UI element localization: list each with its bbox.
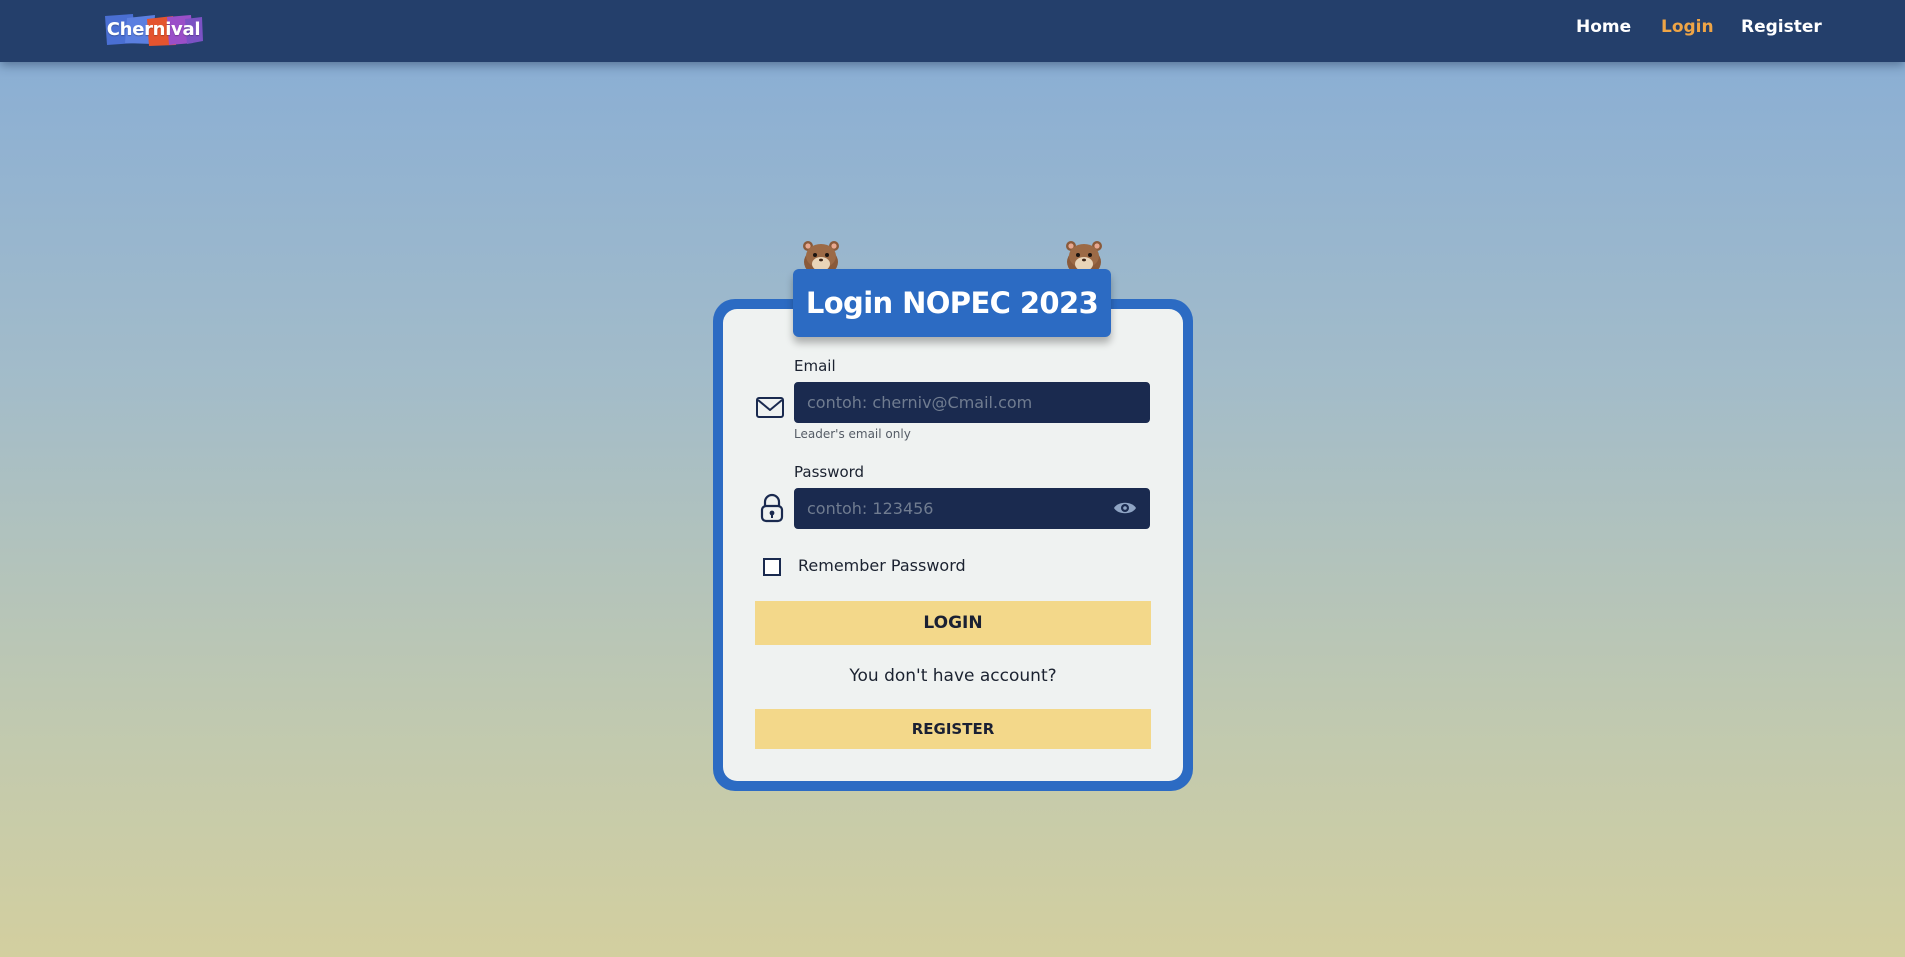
register-button[interactable]: REGISTER	[755, 709, 1151, 749]
remember-password-checkbox[interactable]	[763, 558, 781, 576]
lock-icon	[760, 493, 784, 523]
login-title: Login NOPEC 2023	[793, 269, 1111, 337]
nav-register-link[interactable]: Register	[1741, 17, 1822, 37]
no-account-text: You don't have account?	[849, 666, 1057, 686]
password-input[interactable]	[794, 488, 1150, 529]
email-helper-text: Leader's email only	[794, 427, 911, 441]
nav-home-link[interactable]: Home	[1576, 17, 1631, 37]
email-input[interactable]	[794, 382, 1150, 423]
remember-password-label[interactable]: Remember Password	[798, 556, 966, 575]
logo-text: Chernival	[106, 19, 201, 40]
chernival-logo[interactable]: Chernival	[103, 13, 204, 46]
top-navbar: Chernival Home Login Register	[0, 0, 1905, 62]
nav-login-link[interactable]: Login	[1661, 17, 1714, 37]
email-label: Email	[794, 357, 836, 375]
password-label: Password	[794, 463, 865, 481]
envelope-icon	[756, 397, 784, 418]
eye-icon[interactable]	[1111, 497, 1139, 519]
login-button[interactable]: LOGIN	[755, 601, 1151, 645]
